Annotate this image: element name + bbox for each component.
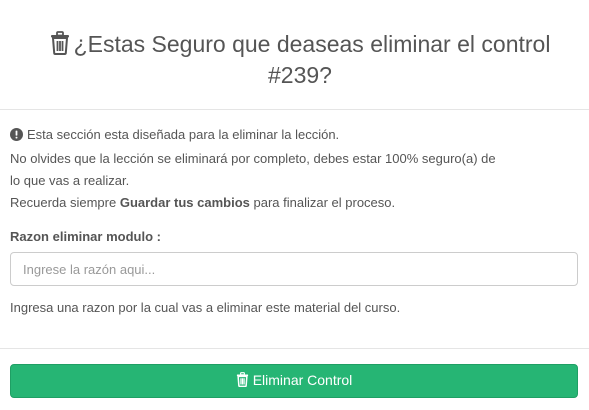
reason-help-text: Ingresa una razon por la cual vas a elim… [10,300,401,315]
info-message: Esta sección esta diseñada para la elimi… [10,124,580,214]
info-line-4: Recuerda siempre Guardar tus cambios par… [10,192,580,214]
info-line-4-bold: Guardar tus cambios [119,195,250,210]
info-line-4-prefix: Recuerda siempre [10,195,120,210]
trash-icon [236,372,249,390]
info-line-3: lo que vas a realizar. [10,173,130,188]
delete-control-modal: ¿Estas Seguro que deaseas eliminar el co… [0,0,589,410]
reason-input[interactable] [10,252,578,286]
modal-title-text: ¿Estas Seguro que deaseas eliminar el co… [73,31,551,88]
modal-body: Esta sección esta diseñada para la elimi… [10,124,580,315]
modal-footer: Eliminar Control [0,348,589,410]
reason-label: Razon eliminar modulo : [10,229,161,244]
info-line-1: Esta sección esta diseñada para la elimi… [10,124,580,148]
info-line-2: No olvides que la lección se eliminará p… [10,151,496,166]
info-line-1-text: Esta sección esta diseñada para la elimi… [27,127,340,142]
modal-header: ¿Estas Seguro que deaseas eliminar el co… [0,0,589,110]
delete-control-button-label: Eliminar Control [252,372,353,388]
exclamation-circle-icon [10,126,23,148]
delete-control-button[interactable]: Eliminar Control [10,364,578,398]
modal-title: ¿Estas Seguro que deaseas eliminar el co… [20,30,580,89]
info-line-4-suffix: para finalizar el proceso. [249,195,396,210]
trash-icon [50,31,70,61]
